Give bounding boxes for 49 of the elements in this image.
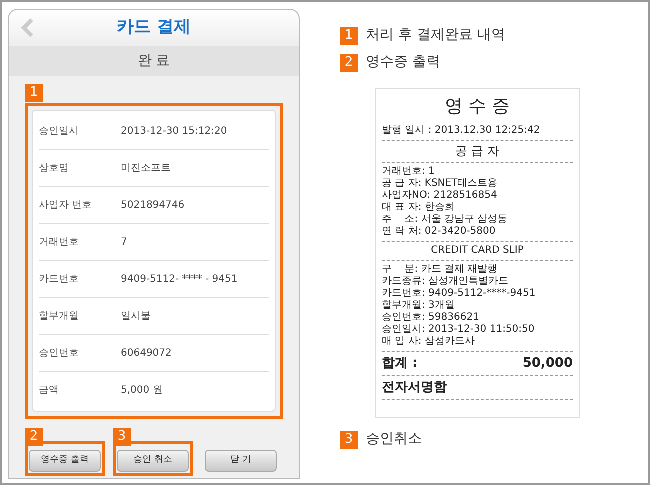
- section-title: 완 료: [138, 52, 170, 70]
- receipt-line: 할부개월: 3개월: [382, 300, 456, 312]
- receipt-line: 승인번호: 59836621: [382, 312, 480, 324]
- detail-label: 금액: [39, 384, 60, 398]
- detail-label: 상호명: [39, 162, 70, 176]
- receipt-line: 대 표 자: 한승희: [382, 202, 456, 214]
- signature-text: 전자서명함: [382, 379, 448, 396]
- detail-label: 승인일시: [39, 124, 80, 138]
- receipt-line: 사업자NO: 2128516854: [382, 190, 498, 202]
- detail-value: 5021894746: [121, 198, 185, 212]
- detail-value: 7: [121, 236, 128, 250]
- detail-label: 카드번호: [39, 272, 80, 286]
- receipt-line: 공 급 자: KSNET테스트용: [382, 178, 499, 190]
- action-button[interactable]: 영수증 출력: [29, 450, 101, 472]
- back-icon[interactable]: [21, 18, 35, 38]
- total-value: 50,000: [522, 355, 573, 372]
- receipt-heading: 공 급 자: [454, 144, 500, 159]
- detail-value: 일시불: [121, 310, 151, 324]
- receipt-heading: CREDIT CARD SLIP: [430, 245, 525, 257]
- receipt-line: 발행 일시 : 2013.12.30 12:25:42: [382, 125, 542, 137]
- detail-value: 5,000 원: [121, 384, 163, 398]
- detail-label: 사업자 번호: [39, 198, 94, 212]
- detail-label: 할부개월: [39, 310, 80, 324]
- callout-number: 1: [25, 84, 43, 102]
- legend-text: 승인취소: [366, 430, 422, 449]
- legend-text: 영수증 출력: [366, 53, 440, 72]
- receipt-line: 구 분: 카드 결제 재발행: [382, 264, 499, 276]
- detail-value: 2013-12-30 15:12:20: [121, 124, 228, 138]
- action-button[interactable]: 승인 취소: [117, 450, 189, 472]
- receipt-line: 카드번호: 9409-5112-****-9451: [382, 288, 537, 300]
- callout-number: 1: [340, 26, 358, 44]
- receipt-line: 주 소: 서울 강남구 삼성동: [382, 214, 509, 226]
- receipt-line: 매 입 사: 삼성카드사: [382, 336, 476, 348]
- callout-number: 3: [340, 430, 358, 448]
- legend-text: 처리 후 결제완료 내역: [366, 26, 506, 45]
- receipt-line: 카드종류: 삼성개인특별카드: [382, 276, 510, 288]
- detail-value: 60649072: [121, 346, 172, 360]
- action-button[interactable]: 닫 기: [205, 450, 277, 472]
- screen-title: 카드 결제: [117, 16, 191, 40]
- detail-label: 거래번호: [39, 236, 80, 250]
- detail-value: 9409-5112- **** - 9451: [121, 272, 238, 286]
- receipt-line: 승인일시: 2013-12-30 11:50:50: [382, 324, 536, 336]
- detail-label: 승인번호: [39, 346, 80, 360]
- receipt-title: 영 수 증: [444, 95, 512, 119]
- receipt-line: 거래번호: 1: [382, 166, 436, 178]
- receipt-line: 연 락 처: 02-3420-5800: [382, 226, 497, 238]
- detail-value: 미진소프트: [121, 162, 171, 176]
- callout-number: 2: [340, 54, 358, 72]
- total-label: 합계 :: [382, 355, 418, 372]
